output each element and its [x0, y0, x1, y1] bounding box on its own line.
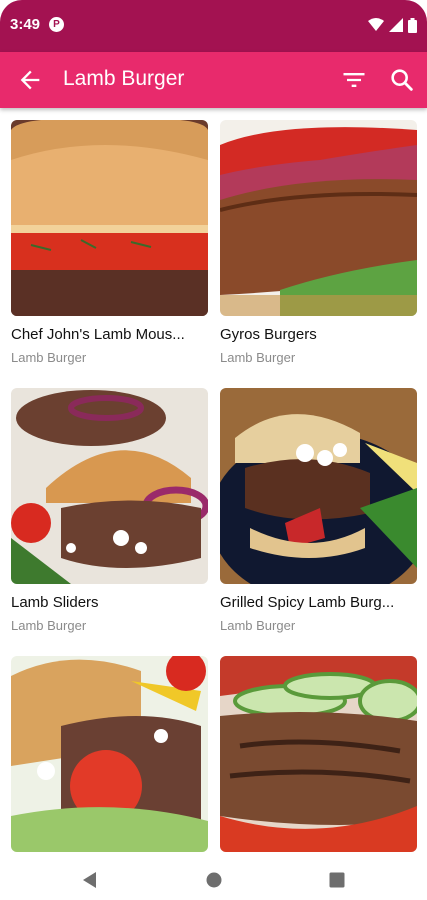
recipe-card[interactable]	[11, 656, 208, 860]
recipe-image[interactable]	[220, 656, 417, 852]
system-nav-bar	[0, 860, 427, 900]
recipe-card[interactable]	[220, 656, 417, 860]
recipe-image[interactable]	[220, 388, 417, 584]
recipe-image[interactable]	[11, 656, 208, 852]
recipe-category: Lamb Burger	[220, 350, 296, 365]
filter-icon[interactable]	[340, 66, 368, 94]
recipe-card[interactable]: Gyros Burgers Lamb Burger	[220, 120, 417, 365]
status-icons	[368, 16, 417, 34]
recipe-category: Lamb Burger	[220, 618, 296, 633]
recipe-image[interactable]	[11, 388, 208, 584]
recipe-name: Chef John's Lamb Mous...	[11, 326, 185, 343]
app-notification-icon: P	[49, 17, 64, 32]
back-triangle-icon[interactable]	[78, 868, 102, 892]
signal-icon	[389, 18, 403, 32]
recipe-name: Gyros Burgers	[220, 326, 317, 343]
back-arrow-icon[interactable]	[16, 66, 44, 94]
recipe-category: Lamb Burger	[11, 350, 87, 365]
recipe-image[interactable]	[11, 120, 208, 316]
status-bar: 3:49 P	[0, 0, 427, 52]
recipe-grid: Chef John's Lamb Mous... Lamb Burger Gyr…	[0, 108, 427, 860]
recipe-image[interactable]	[220, 120, 417, 316]
recipe-card[interactable]: Chef John's Lamb Mous... Lamb Burger	[11, 120, 208, 365]
app-bar: Lamb Burger	[0, 52, 427, 108]
battery-icon	[408, 17, 417, 33]
recipe-card[interactable]: Grilled Spicy Lamb Burg... Lamb Burger	[220, 388, 417, 633]
recipe-card[interactable]: Lamb Sliders Lamb Burger	[11, 388, 208, 633]
status-time: 3:49	[10, 16, 41, 33]
recipe-name: Lamb Sliders	[11, 594, 99, 611]
page-title: Lamb Burger	[63, 67, 185, 90]
recipe-name: Grilled Spicy Lamb Burg...	[220, 594, 395, 611]
search-icon[interactable]	[388, 66, 416, 94]
recents-square-icon[interactable]	[325, 868, 349, 892]
home-circle-icon[interactable]	[202, 868, 226, 892]
wifi-icon	[368, 18, 384, 31]
recipe-category: Lamb Burger	[11, 618, 87, 633]
